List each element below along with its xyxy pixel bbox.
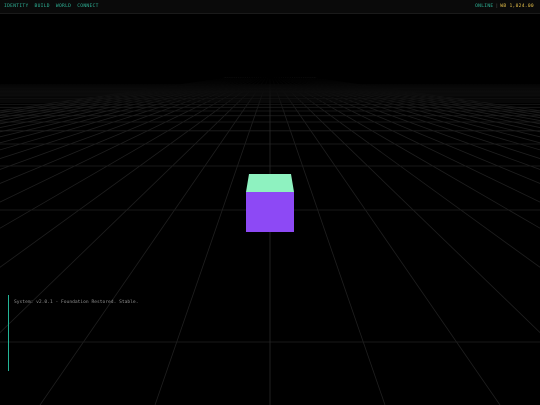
cube-front-face — [246, 192, 294, 232]
console-panel: System: v2.0.1 - Foundation Restored. St… — [8, 295, 189, 371]
nav-world[interactable]: WORLD — [56, 3, 71, 10]
cube-top-face — [246, 174, 294, 192]
wallet-balance: WB 1,024.00 — [500, 4, 534, 9]
status-separator: | — [495, 4, 499, 9]
nav-connect[interactable]: CONNECT — [77, 3, 98, 10]
online-status: ONLINE — [475, 4, 494, 9]
console-line: System: v2.0.1 - Foundation Restored. St… — [14, 300, 139, 305]
main-nav: IDENTITY BUILD WORLD CONNECT — [4, 3, 99, 10]
status-area: ONLINE | WB 1,024.00 — [475, 3, 534, 10]
cube-object[interactable] — [246, 174, 294, 232]
nav-build[interactable]: BUILD — [35, 3, 50, 10]
top-bar: IDENTITY BUILD WORLD CONNECT ONLINE | WB… — [0, 0, 540, 14]
horizon-fade — [0, 78, 540, 178]
nav-identity[interactable]: IDENTITY — [4, 3, 29, 10]
